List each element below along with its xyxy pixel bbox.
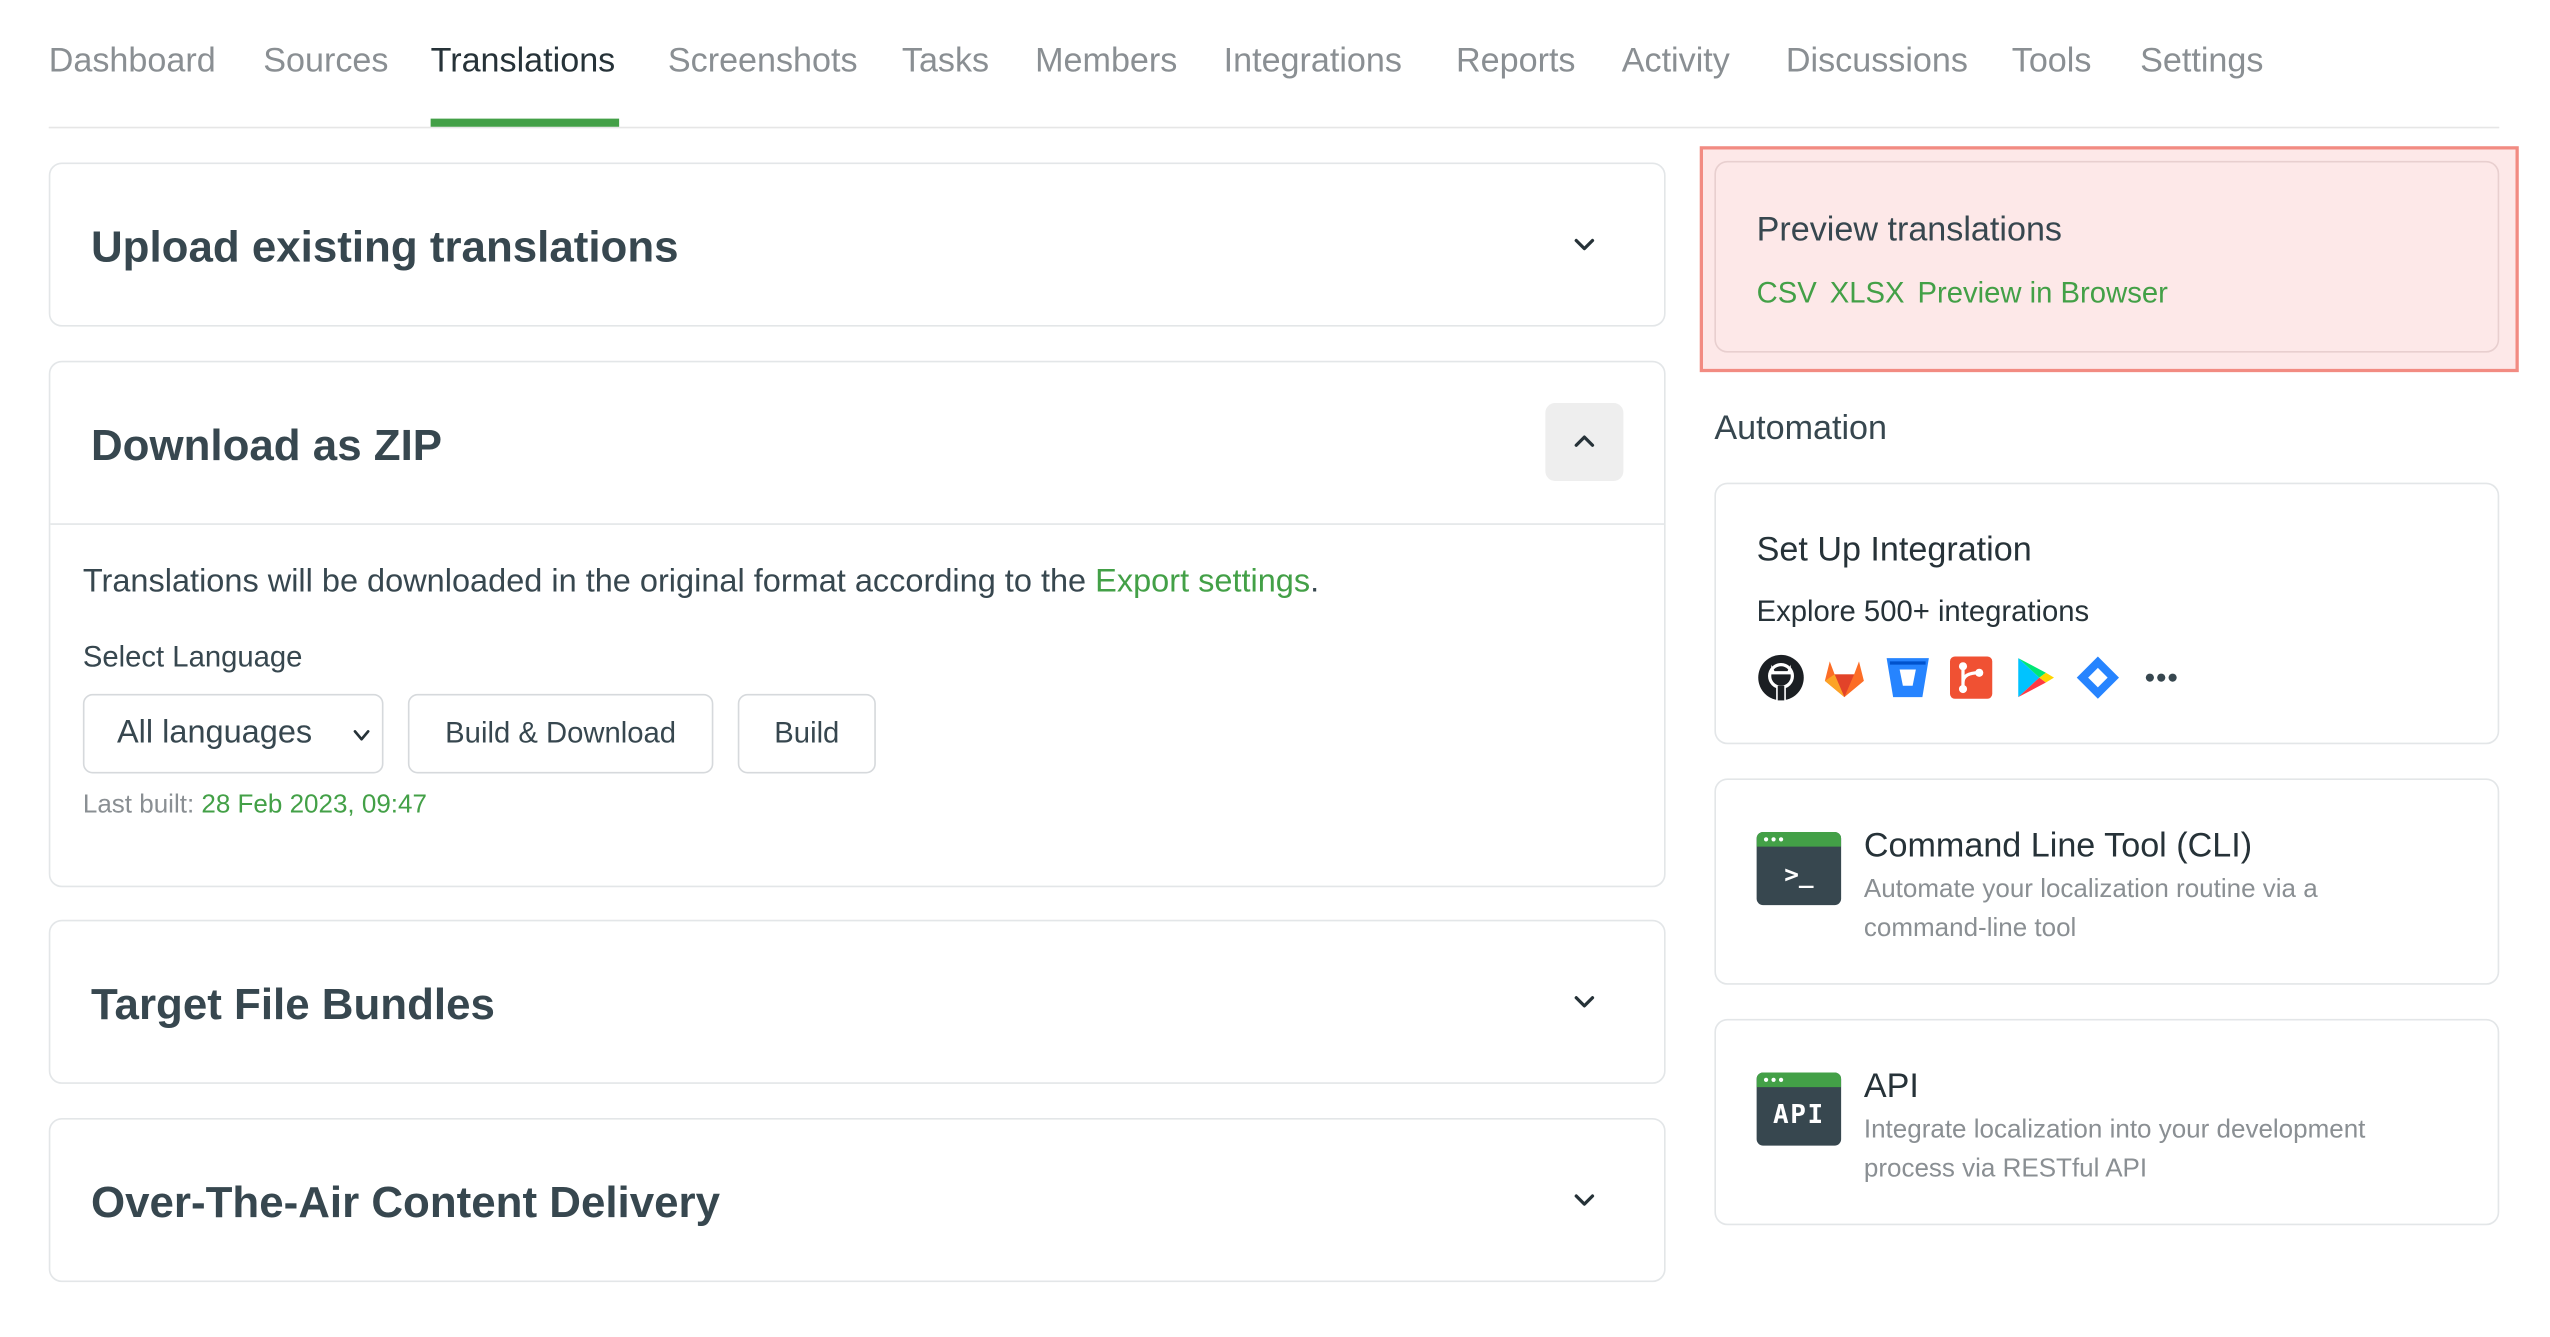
build-button[interactable]: Build <box>737 693 876 774</box>
preview-in-browser-link[interactable]: Preview in Browser <box>1918 276 2168 310</box>
page: Dashboard Sources Translations Screensho… <box>0 0 2550 1337</box>
chevron-down-icon[interactable] <box>1545 962 1623 1040</box>
github-icon[interactable] <box>1757 653 1806 702</box>
chevron-down-icon[interactable] <box>1545 205 1623 283</box>
target-file-bundles-card[interactable]: Target File Bundles <box>48 919 1666 1084</box>
tab-reports[interactable]: Reports <box>1456 42 1575 81</box>
export-settings-link[interactable]: Export settings <box>1095 564 1310 600</box>
target-file-bundles-title: Target File Bundles <box>91 979 495 1029</box>
tab-bar: Dashboard Sources Translations Screensho… <box>48 0 2500 129</box>
chevron-down-icon <box>353 730 370 741</box>
zip-description-end: . <box>1310 563 1320 600</box>
integration-title: Set Up Integration <box>1756 531 2032 569</box>
select-language-label: Select Language <box>82 640 303 673</box>
git-icon[interactable] <box>1947 653 1996 702</box>
tab-members[interactable]: Members <box>1035 42 1177 81</box>
automation-heading: Automation <box>1714 409 1888 447</box>
api-icon: ●●● API <box>1756 1072 1842 1146</box>
bitbucket-icon[interactable] <box>1883 653 1932 702</box>
divider <box>50 523 1664 525</box>
chevron-up-icon[interactable] <box>1545 403 1624 481</box>
explore-integrations-link[interactable]: Explore 500+ integrations <box>1757 595 2090 629</box>
gitlab-icon[interactable] <box>1820 653 1869 702</box>
tab-activity[interactable]: Activity <box>1622 42 1730 81</box>
tab-translations[interactable]: Translations <box>431 42 616 81</box>
tab-sources[interactable]: Sources <box>263 42 388 81</box>
active-tab-indicator <box>430 118 620 127</box>
zip-description-text: Translations will be downloaded in the o… <box>82 563 1096 600</box>
build-download-button[interactable]: Build & Download <box>407 693 714 774</box>
api-icon-text: API <box>1772 1098 1825 1130</box>
terminal-icon: ●●● >_ <box>1756 832 1842 906</box>
tab-tasks[interactable]: Tasks <box>902 42 989 81</box>
api-title: API <box>1863 1067 1919 1105</box>
cli-title: Command Line Tool (CLI) <box>1863 827 2253 865</box>
ota-content-delivery-title: Over-The-Air Content Delivery <box>91 1178 721 1227</box>
tab-dashboard[interactable]: Dashboard <box>49 42 216 81</box>
integration-card: Set Up Integration Explore 500+ integrat… <box>1714 482 2500 745</box>
upload-translations-card[interactable]: Upload existing translations <box>48 162 1666 327</box>
last-built-label: Last built: <box>82 791 202 819</box>
preview-translations-card: Preview translations CSV XLSX Preview in… <box>1714 160 2500 353</box>
preview-csv-link[interactable]: CSV <box>1757 276 1817 310</box>
cli-description: Automate your localization routine via a… <box>1863 875 2318 943</box>
download-zip-card: Download as ZIP Translations will be dow… <box>48 360 1666 888</box>
api-description: Integrate localization into your develop… <box>1863 1116 2366 1183</box>
download-zip-title: Download as ZIP <box>91 420 443 470</box>
tab-tools[interactable]: Tools <box>2012 42 2092 81</box>
tab-settings[interactable]: Settings <box>2140 42 2263 81</box>
ota-content-delivery-card[interactable]: Over-The-Air Content Delivery <box>48 1118 1666 1283</box>
tab-discussions[interactable]: Discussions <box>1786 42 1968 81</box>
cli-card[interactable]: ●●● >_ Command Line Tool (CLI) Automate … <box>1714 778 2500 985</box>
jira-icon[interactable] <box>2074 653 2123 702</box>
tab-screenshots[interactable]: Screenshots <box>668 42 858 81</box>
tab-integrations[interactable]: Integrations <box>1224 42 1402 81</box>
api-card[interactable]: ●●● API API Integrate localization into … <box>1714 1018 2500 1226</box>
zip-description: Translations will be downloaded in the o… <box>83 564 1319 601</box>
chevron-down-icon[interactable] <box>1545 1160 1623 1238</box>
last-built-value: 28 Feb 2023, 09:47 <box>201 791 427 819</box>
terminal-icon-text: >_ <box>1784 859 1814 889</box>
upload-translations-title: Upload existing translations <box>91 222 679 272</box>
preview-translations-title: Preview translations <box>1756 211 2062 249</box>
language-select-value: All languages <box>117 715 313 751</box>
google-play-icon[interactable] <box>2010 653 2059 702</box>
preview-xlsx-link[interactable]: XLSX <box>1830 276 1905 310</box>
more-icon[interactable] <box>2137 653 2186 702</box>
language-select[interactable]: All languages <box>82 693 384 774</box>
last-built-status: Last built: 28 Feb 2023, 09:47 <box>83 791 427 820</box>
